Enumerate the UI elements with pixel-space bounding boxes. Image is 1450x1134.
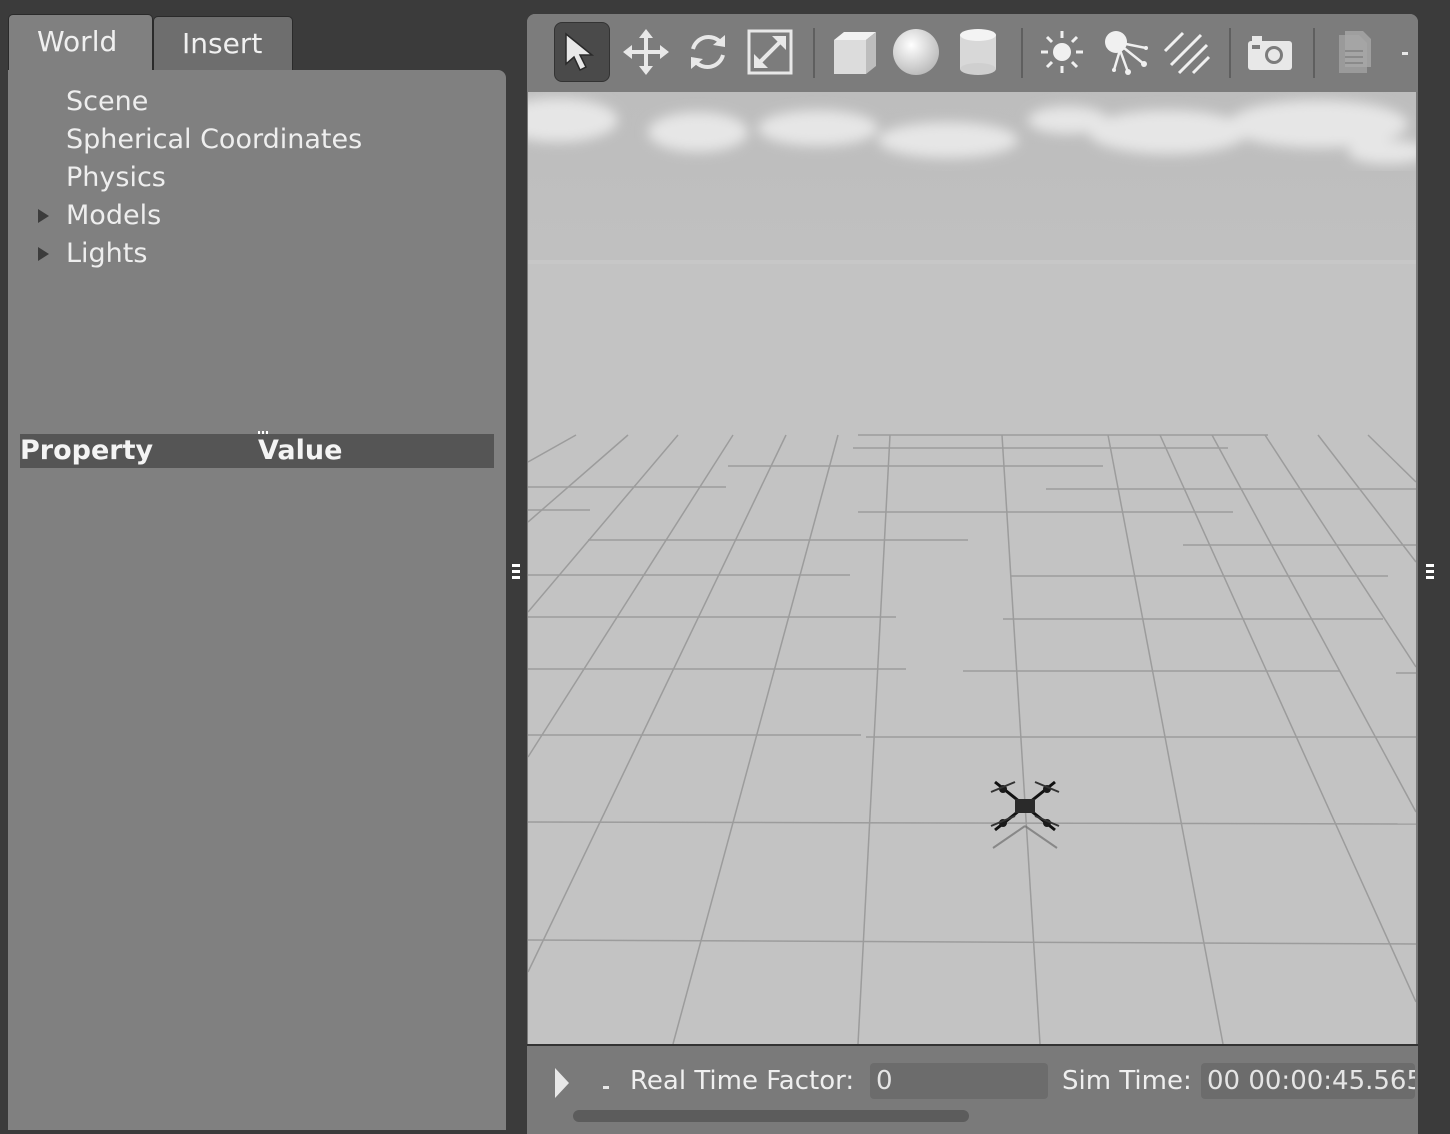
world-tree: Scene Spherical Coordinates Physics Mode… xyxy=(8,84,488,274)
tree-item-lights[interactable]: Lights xyxy=(8,236,488,274)
scale-mode-icon xyxy=(747,29,793,75)
left-splitter-handle[interactable] xyxy=(512,564,520,580)
directional-light-button[interactable] xyxy=(1158,22,1214,82)
horizontal-scrollbar[interactable] xyxy=(573,1110,969,1122)
toolbar-separator xyxy=(1021,28,1023,78)
toolbar-separator xyxy=(1313,28,1315,78)
toolbar-separator xyxy=(1229,28,1231,78)
tree-item-label: Physics xyxy=(66,162,166,193)
copy-button[interactable] xyxy=(1327,22,1383,82)
rotate-mode-button[interactable] xyxy=(680,22,736,82)
select-mode-button[interactable] xyxy=(554,22,610,82)
tree-item-label: Scene xyxy=(66,86,149,117)
toolbar xyxy=(527,14,1418,92)
column-header-value[interactable]: Value xyxy=(258,434,342,468)
copy-icon xyxy=(1339,31,1371,73)
status-bar: Real Time Factor: 0 Sim Time: 00 00:00:4… xyxy=(527,1044,1418,1134)
tree-item-scene[interactable]: Scene xyxy=(8,84,488,122)
point-light-button[interactable] xyxy=(1034,22,1090,82)
sphere-shape-button[interactable] xyxy=(888,22,944,82)
play-icon[interactable] xyxy=(555,1068,569,1098)
real-time-factor-label: Real Time Factor: xyxy=(630,1066,855,1096)
select-mode-icon xyxy=(565,32,595,72)
box-shape-button[interactable] xyxy=(826,22,882,82)
tree-item-models[interactable]: Models xyxy=(8,198,488,236)
render-panel: Real Time Factor: 0 Sim Time: 00 00:00:4… xyxy=(527,14,1418,1134)
spot-light-icon xyxy=(1105,31,1148,75)
3d-viewport[interactable] xyxy=(528,92,1416,1044)
splitter-handle-icon[interactable] xyxy=(258,424,272,439)
step-button[interactable] xyxy=(603,1086,609,1089)
tree-item-label: Spherical Coordinates xyxy=(66,124,363,155)
rotate-mode-icon xyxy=(691,35,725,69)
tree-item-label: Models xyxy=(66,200,162,231)
column-header-property[interactable]: Property xyxy=(20,434,153,468)
tree-item-spherical-coordinates[interactable]: Spherical Coordinates xyxy=(8,122,488,160)
point-light-icon xyxy=(1041,31,1083,73)
tab-insert[interactable]: Insert xyxy=(153,16,293,70)
directional-light-icon xyxy=(1163,31,1211,75)
real-time-factor-value: 0 xyxy=(870,1063,1048,1099)
translate-mode-icon xyxy=(623,29,669,75)
screenshot-camera-icon xyxy=(1248,36,1292,70)
toolbar-overflow-icon[interactable] xyxy=(1402,52,1408,55)
spot-light-button[interactable] xyxy=(1096,22,1152,82)
sim-time-value: 00 00:00:45.565 xyxy=(1201,1063,1415,1099)
expand-arrow-icon[interactable] xyxy=(38,247,49,261)
sim-time-label: Sim Time: xyxy=(1062,1066,1192,1096)
box-shape-icon xyxy=(834,32,876,74)
tree-item-physics[interactable]: Physics xyxy=(8,160,488,198)
tree-item-label: Lights xyxy=(66,238,148,269)
tab-world[interactable]: World xyxy=(8,14,153,72)
sphere-shape-icon xyxy=(893,29,939,75)
world-panel: Scene Spherical Coordinates Physics Mode… xyxy=(8,70,506,1130)
scale-mode-button[interactable] xyxy=(742,22,798,82)
right-splitter-handle[interactable] xyxy=(1426,564,1434,580)
tab-bar: World Insert xyxy=(0,0,520,72)
scene-render xyxy=(528,92,1416,1044)
property-table-header: Property Value xyxy=(20,434,494,468)
cylinder-shape-icon xyxy=(960,29,996,75)
expand-arrow-icon[interactable] xyxy=(38,209,49,223)
toolbar-separator xyxy=(813,28,815,78)
cylinder-shape-button[interactable] xyxy=(950,22,1006,82)
screenshot-button[interactable] xyxy=(1242,22,1298,82)
translate-mode-button[interactable] xyxy=(618,22,674,82)
